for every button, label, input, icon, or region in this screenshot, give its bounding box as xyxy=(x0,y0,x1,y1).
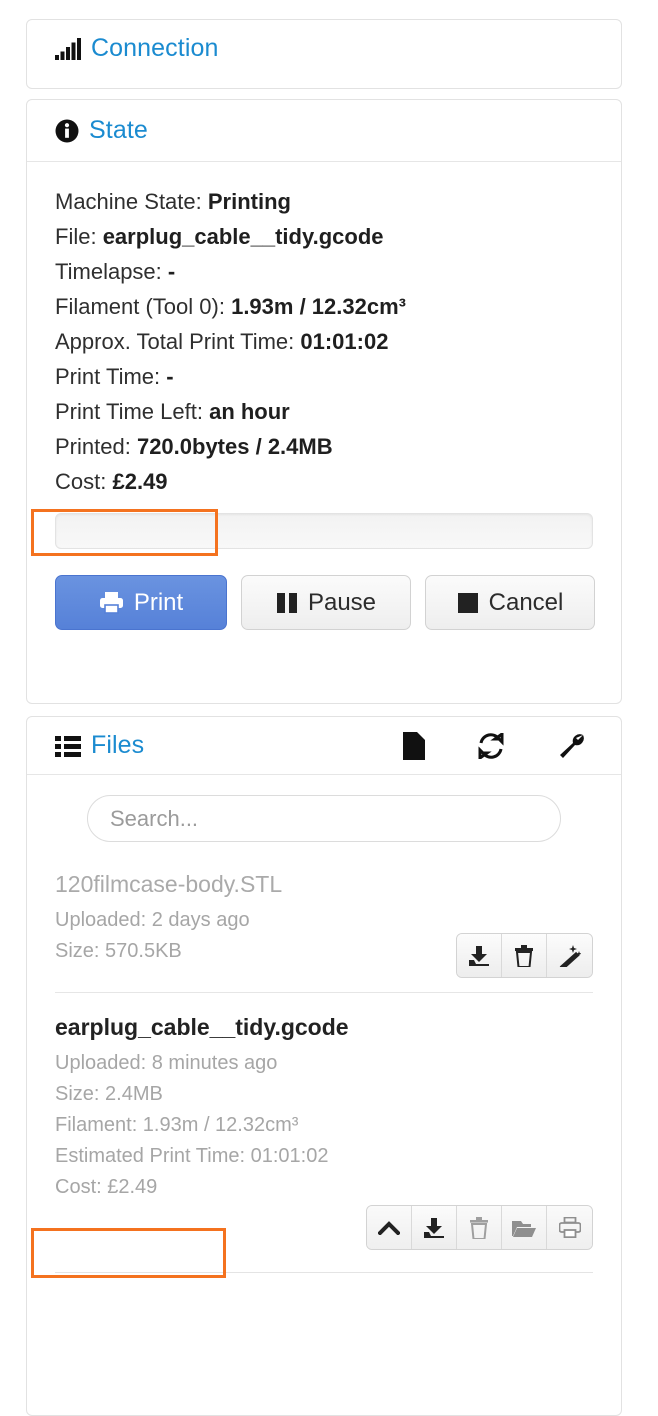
files-body: 120filmcase-body.STL Uploaded: 2 days ag… xyxy=(27,775,621,1273)
state-line-machine-state: Machine State: Printing xyxy=(55,184,593,219)
cancel-button-label: Cancel xyxy=(488,588,564,616)
state-value-timelapse: - xyxy=(167,259,176,284)
state-label-machine-state: Machine State: xyxy=(55,189,202,214)
state-value-print-time-left: an hour xyxy=(209,399,290,424)
state-label-file: File: xyxy=(55,224,97,249)
state-line-total-print-time: Approx. Total Print Time: 01:01:02 xyxy=(55,324,593,359)
download-icon[interactable] xyxy=(457,934,502,977)
file-2-buttons xyxy=(366,1205,593,1250)
pause-button-label: Pause xyxy=(307,588,377,616)
magic-wand-icon[interactable] xyxy=(547,934,592,977)
search-input[interactable] xyxy=(87,795,561,842)
state-label-print-time-left: Print Time Left: xyxy=(55,399,203,424)
state-line-print-time-left: Print Time Left: an hour xyxy=(55,394,593,429)
file-name[interactable]: 120filmcase-body.STL xyxy=(55,868,593,901)
state-details: Machine State: Printing File: earplug_ca… xyxy=(27,162,621,499)
state-value-filament: 1.93m / 12.32cm³ xyxy=(231,294,406,319)
file-meta-size: Size: 2.4MB xyxy=(55,1083,163,1105)
cancel-button[interactable]: Cancel xyxy=(425,575,595,630)
connection-panel-title: Connection xyxy=(91,34,219,62)
chevron-up-icon[interactable] xyxy=(367,1206,412,1249)
file-meta-filament: Filament: 1.93m / 12.32cm³ xyxy=(55,1114,299,1136)
files-panel: Files 1 xyxy=(26,716,622,1416)
refresh-icon[interactable] xyxy=(477,732,505,759)
pause-button[interactable]: Pause xyxy=(241,575,411,630)
file-meta-cost: Cost: £2.49 xyxy=(55,1176,158,1198)
files-panel-header: Files xyxy=(27,717,621,775)
file-action-group xyxy=(55,1205,593,1250)
file-icon[interactable] xyxy=(403,731,425,760)
print-controls: Print Pause Cancel xyxy=(55,575,595,630)
file-list-item[interactable]: 120filmcase-body.STL Uploaded: 2 days ag… xyxy=(55,842,593,978)
state-value-printed: 720.0bytes / 2.4MB xyxy=(136,434,333,459)
list-icon xyxy=(55,735,81,757)
connection-panel-header[interactable]: Connection xyxy=(27,20,621,77)
state-value-cost: £2.49 xyxy=(112,469,168,494)
state-label-printed: Printed: xyxy=(55,434,131,459)
file-meta-uploaded: Uploaded: 8 minutes ago xyxy=(55,1052,278,1074)
state-line-print-time: Print Time: - xyxy=(55,359,593,394)
files-panel-title: Files xyxy=(91,731,145,759)
printer-icon xyxy=(99,591,124,614)
state-line-printed: Printed: 720.0bytes / 2.4MB xyxy=(55,429,593,464)
file-list-item[interactable]: earplug_cable__tidy.gcode Uploaded: 8 mi… xyxy=(55,992,593,1273)
file-1-buttons xyxy=(456,933,593,978)
info-circle-icon xyxy=(55,119,79,143)
trash-icon[interactable] xyxy=(457,1206,502,1249)
folder-open-icon[interactable] xyxy=(502,1206,547,1249)
print-progress-bar xyxy=(55,513,593,549)
state-label-cost: Cost: xyxy=(55,469,107,494)
connection-panel: Connection xyxy=(26,19,622,89)
state-label-filament: Filament (Tool 0): xyxy=(55,294,225,319)
print-button-label: Print xyxy=(133,588,184,616)
state-label-total-print-time: Approx. Total Print Time: xyxy=(55,329,295,354)
state-value-file: earplug_cable__tidy.gcode xyxy=(102,224,384,249)
state-value-machine-state: Printing xyxy=(207,189,291,214)
state-value-total-print-time: 01:01:02 xyxy=(300,329,389,354)
print-button[interactable]: Print xyxy=(55,575,227,630)
state-line-cost: Cost: £2.49 xyxy=(55,464,593,499)
state-value-print-time: - xyxy=(166,364,174,389)
state-panel: State Machine State: Printing File: earp… xyxy=(26,99,622,704)
wrench-icon[interactable] xyxy=(557,732,585,760)
stop-square-icon xyxy=(457,592,479,614)
pause-icon xyxy=(276,592,298,614)
state-label-timelapse: Timelapse: xyxy=(55,259,162,284)
download-icon[interactable] xyxy=(412,1206,457,1249)
state-panel-title: State xyxy=(89,116,148,144)
file-meta-uploaded: Uploaded: 2 days ago xyxy=(55,909,250,931)
files-header-actions xyxy=(403,731,621,760)
trash-icon[interactable] xyxy=(502,934,547,977)
signal-bars-icon xyxy=(55,37,81,60)
state-line-timelapse: Timelapse: - xyxy=(55,254,593,289)
file-meta-print-time: Estimated Print Time: 01:01:02 xyxy=(55,1145,329,1167)
file-list-divider xyxy=(55,1272,593,1273)
state-panel-header[interactable]: State xyxy=(27,100,621,162)
file-name[interactable]: earplug_cable__tidy.gcode xyxy=(55,1011,593,1044)
state-label-print-time: Print Time: xyxy=(55,364,161,389)
file-search-wrapper xyxy=(55,795,593,842)
print-icon[interactable] xyxy=(547,1206,592,1249)
state-line-file: File: earplug_cable__tidy.gcode xyxy=(55,219,593,254)
state-line-filament: Filament (Tool 0): 1.93m / 12.32cm³ xyxy=(55,289,593,324)
